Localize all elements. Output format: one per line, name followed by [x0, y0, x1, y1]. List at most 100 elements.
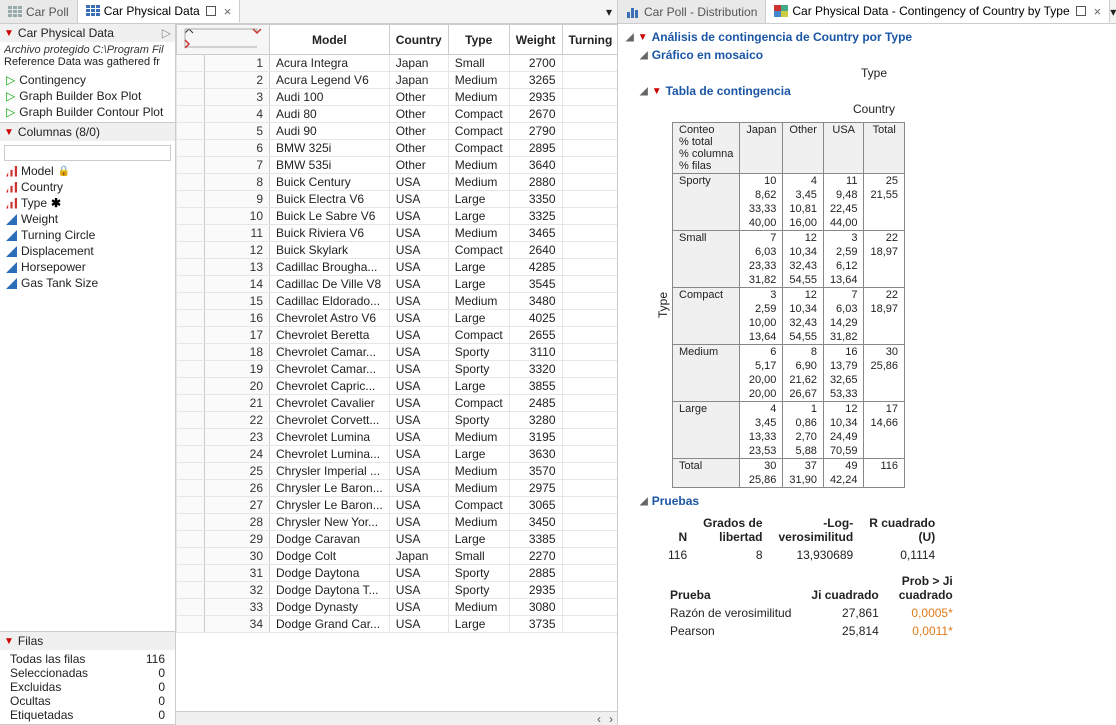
cell[interactable]: Medium	[448, 174, 509, 191]
cell[interactable]	[562, 531, 617, 548]
cell[interactable]: 3265	[509, 72, 562, 89]
row-marker[interactable]	[177, 582, 205, 599]
cell[interactable]: Chevrolet Astro V6	[270, 310, 390, 327]
cell[interactable]: 2670	[509, 106, 562, 123]
tab-close-button[interactable]: ×	[224, 4, 232, 19]
cell[interactable]: Cadillac De Ville V8	[270, 276, 390, 293]
cell[interactable]: 2655	[509, 327, 562, 344]
menu-icon[interactable]: ▼	[4, 127, 14, 138]
row-marker[interactable]	[177, 174, 205, 191]
row-number[interactable]: 24	[205, 446, 270, 463]
row-number[interactable]: 23	[205, 429, 270, 446]
cell[interactable]	[562, 310, 617, 327]
cell[interactable]: Medium	[448, 89, 509, 106]
cell[interactable]: 3465	[509, 225, 562, 242]
cell[interactable]	[562, 191, 617, 208]
cell[interactable]: Small	[448, 548, 509, 565]
row-marker[interactable]	[177, 497, 205, 514]
column-item[interactable]: Type ✱	[4, 195, 171, 211]
table-row[interactable]: 16Chevrolet Astro V6USALarge4025	[177, 310, 618, 327]
right-tab-1[interactable]: Car Physical Data - Contingency of Count…	[766, 0, 1110, 23]
table-row[interactable]: 17Chevrolet BerettaUSACompact2655	[177, 327, 618, 344]
cell[interactable]: 3325	[509, 208, 562, 225]
cell[interactable]: USA	[389, 310, 448, 327]
row-marker[interactable]	[177, 327, 205, 344]
cell[interactable]	[562, 72, 617, 89]
row-marker[interactable]	[177, 531, 205, 548]
cell[interactable]: Buick Skylark	[270, 242, 390, 259]
column-header[interactable]: Weight	[509, 25, 562, 55]
column-header[interactable]: Turning	[562, 25, 617, 55]
menu-icon[interactable]: ▼	[4, 636, 14, 647]
row-number[interactable]: 6	[205, 140, 270, 157]
cell[interactable]	[562, 157, 617, 174]
cell[interactable]: Audi 90	[270, 123, 390, 140]
row-number[interactable]: 29	[205, 531, 270, 548]
cell[interactable]	[562, 582, 617, 599]
cell[interactable]: Buick Century	[270, 174, 390, 191]
row-number[interactable]: 20	[205, 378, 270, 395]
cell[interactable]: Large	[448, 259, 509, 276]
cell[interactable]	[562, 55, 617, 72]
row-number[interactable]: 13	[205, 259, 270, 276]
cell[interactable]: 3480	[509, 293, 562, 310]
cell[interactable]: USA	[389, 599, 448, 616]
row-number[interactable]: 30	[205, 548, 270, 565]
cell[interactable]: Compact	[448, 497, 509, 514]
row-marker[interactable]	[177, 463, 205, 480]
cell[interactable]: Chevrolet Beretta	[270, 327, 390, 344]
cell[interactable]	[562, 106, 617, 123]
row-number[interactable]: 7	[205, 157, 270, 174]
cell[interactable]: USA	[389, 259, 448, 276]
cell[interactable]: USA	[389, 429, 448, 446]
row-number[interactable]: 12	[205, 242, 270, 259]
left-tab-0[interactable]: Car Poll	[0, 0, 78, 23]
row-marker[interactable]	[177, 225, 205, 242]
table-row[interactable]: 34Dodge Grand Car...USALarge3735	[177, 616, 618, 633]
row-marker[interactable]	[177, 395, 205, 412]
column-item[interactable]: Gas Tank Size	[4, 275, 171, 291]
cell[interactable]: USA	[389, 514, 448, 531]
cell[interactable]: Compact	[448, 106, 509, 123]
cell[interactable]: Chevrolet Cavalier	[270, 395, 390, 412]
table-row[interactable]: 18Chevrolet Camar...USASporty3110	[177, 344, 618, 361]
row-marker[interactable]	[177, 140, 205, 157]
cell[interactable]: 3195	[509, 429, 562, 446]
cell[interactable]: USA	[389, 582, 448, 599]
row-marker[interactable]	[177, 361, 205, 378]
row-number[interactable]: 34	[205, 616, 270, 633]
cell[interactable]	[562, 327, 617, 344]
cell[interactable]	[562, 293, 617, 310]
cell[interactable]: USA	[389, 463, 448, 480]
cell[interactable]: 2880	[509, 174, 562, 191]
cell[interactable]: Other	[389, 89, 448, 106]
cell[interactable]: Japan	[389, 548, 448, 565]
data-table[interactable]: ModelCountryTypeWeightTurning 1Acura Int…	[176, 24, 617, 633]
cell[interactable]: USA	[389, 497, 448, 514]
cell[interactable]: 2640	[509, 242, 562, 259]
cell[interactable]: 3065	[509, 497, 562, 514]
cell[interactable]: USA	[389, 242, 448, 259]
cell[interactable]: 3450	[509, 514, 562, 531]
cell[interactable]: 3855	[509, 378, 562, 395]
cell[interactable]: USA	[389, 378, 448, 395]
row-marker[interactable]	[177, 446, 205, 463]
row-marker[interactable]	[177, 157, 205, 174]
panel-arrow-icon[interactable]: ▷	[162, 26, 171, 40]
cell[interactable]: Dodge Daytona T...	[270, 582, 390, 599]
disclosure-icon[interactable]: ◢	[640, 86, 648, 97]
disclosure-icon[interactable]: ◢	[626, 32, 634, 43]
row-number[interactable]: 3	[205, 89, 270, 106]
cell[interactable]	[562, 480, 617, 497]
cell[interactable]: 3080	[509, 599, 562, 616]
cell[interactable]: 2975	[509, 480, 562, 497]
cell[interactable]: Buick Riviera V6	[270, 225, 390, 242]
row-marker[interactable]	[177, 480, 205, 497]
cell[interactable]: Chrysler New Yor...	[270, 514, 390, 531]
table-corner[interactable]	[177, 25, 270, 55]
cell[interactable]: 2485	[509, 395, 562, 412]
row-number[interactable]: 32	[205, 582, 270, 599]
table-row[interactable]: 26Chrysler Le Baron...USAMedium2975	[177, 480, 618, 497]
row-number[interactable]: 26	[205, 480, 270, 497]
cell[interactable]	[562, 208, 617, 225]
